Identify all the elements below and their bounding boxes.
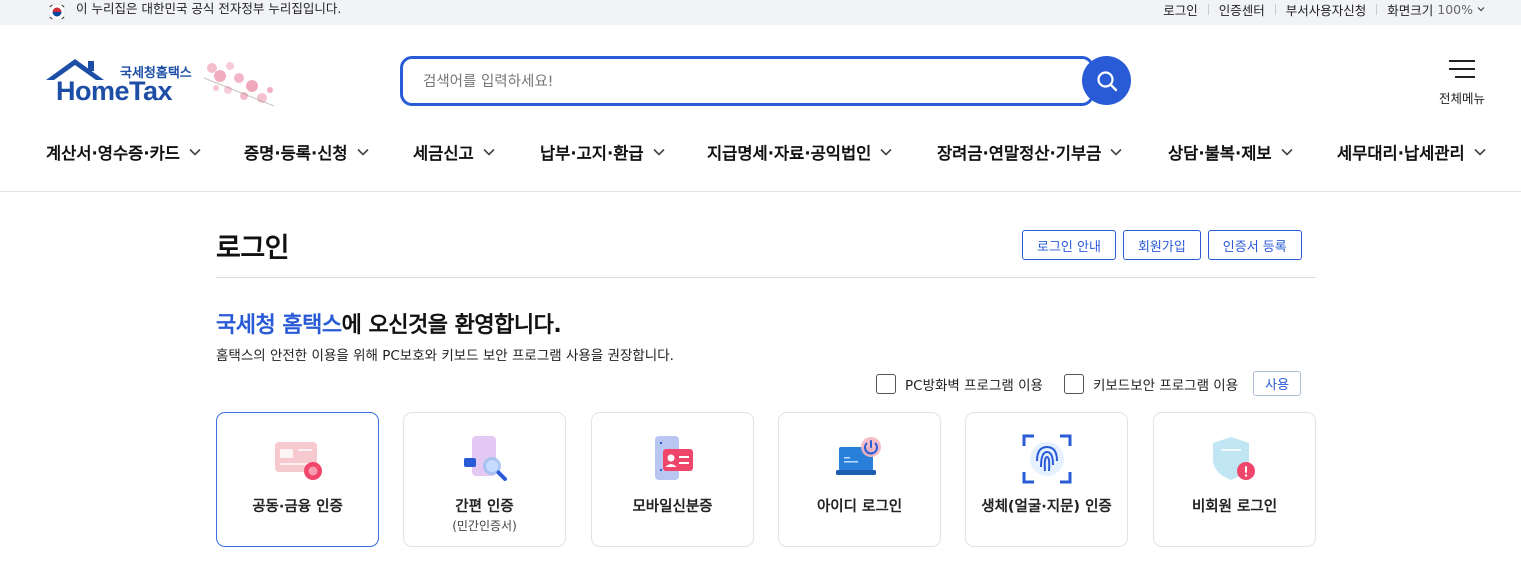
chevron-down-icon <box>1474 148 1486 156</box>
chevron-down-icon <box>357 148 369 156</box>
gov-notice-bar: 이 누리집은 대한민국 공식 전자정부 누리집입니다. 로그인 인증센터 부서사… <box>0 0 1521 25</box>
use-security-button[interactable]: 사용 <box>1253 371 1302 396</box>
nav-item-label: 지급명세·자료·공익법인 <box>707 144 872 163</box>
nav-item-label: 계산서·영수증·카드 <box>46 144 180 163</box>
chevron-down-icon <box>483 148 495 156</box>
hamburger-icon <box>1449 60 1475 78</box>
nav-item-consulting[interactable]: 상담·불복·제보 <box>1168 140 1293 164</box>
login-card-label: 간편 인증 <box>455 499 514 515</box>
korea-flag-icon <box>48 3 66 21</box>
laptop-power-icon <box>836 437 881 475</box>
login-card-label: 생체(얼굴·지문) 인증 <box>981 499 1112 515</box>
search-input[interactable] <box>423 70 1063 94</box>
login-card-joint-cert[interactable]: 공동·금융 인증 <box>216 412 379 547</box>
nav-item-invoice[interactable]: 계산서·영수증·카드 <box>46 140 201 164</box>
welcome-heading: 국세청 홈택스에 오신것을 환영합니다. <box>216 307 562 339</box>
login-help-buttons: 로그인 안내 회원가입 인증서 등록 <box>1022 230 1302 260</box>
fingerprint-icon <box>1022 434 1072 484</box>
search-icon <box>1096 70 1117 91</box>
login-card-simple-cert[interactable]: 간편 인증 (민간인증서) <box>403 412 566 547</box>
chevron-down-icon <box>1110 148 1122 156</box>
nav-item-label: 세금신고 <box>413 144 474 163</box>
nav-item-label: 납부·고지·환급 <box>540 144 644 163</box>
login-card-sublabel: (민간인증서) <box>452 519 517 533</box>
zoom-label: 화면크기 <box>1387 2 1434 18</box>
welcome-highlight: 국세청 홈택스 <box>216 313 342 338</box>
firewall-checkbox[interactable] <box>876 373 896 394</box>
keyboard-security-label: 키보드보안 프로그램 이용 <box>1092 377 1239 394</box>
login-guide-button[interactable]: 로그인 안내 <box>1022 230 1116 260</box>
hometax-logo[interactable]: 국세청홈택스 HomeTax <box>44 56 284 114</box>
security-options: PC방화벽 프로그램 이용 키보드보안 프로그램 이용 사용 <box>876 371 1302 396</box>
zoom-select[interactable]: 100% <box>1437 2 1477 17</box>
title-divider <box>216 277 1316 278</box>
chevron-down-icon <box>880 148 892 156</box>
nav-item-certificates[interactable]: 증명·등록·신청 <box>244 140 369 164</box>
all-menu-button[interactable]: 전체메뉴 <box>1430 56 1494 108</box>
signup-button[interactable]: 회원가입 <box>1122 230 1201 260</box>
register-cert-button[interactable]: 인증서 등록 <box>1207 230 1302 260</box>
utility-links: 로그인 인증센터 부서사용자신청 화면크기 100% <box>1153 0 1485 18</box>
keyboard-security-checkbox[interactable] <box>1063 373 1084 394</box>
util-link-cert-center[interactable]: 인증센터 <box>1209 0 1275 19</box>
login-card-label: 공동·금융 인증 <box>252 499 343 515</box>
nav-divider <box>0 191 1521 192</box>
login-card-biometric[interactable]: 생체(얼굴·지문) 인증 <box>965 412 1128 547</box>
login-method-cards: 공동·금융 인증 간편 인증 (민간인증서) 모바일신분증 아이디 로그인 생체… <box>216 412 1316 547</box>
page-title: 로그인 <box>216 233 290 264</box>
util-link-login[interactable]: 로그인 <box>1153 0 1208 19</box>
login-card-label: 아이디 로그인 <box>816 499 903 515</box>
login-card-guest[interactable]: 비회원 로그인 <box>1153 412 1316 547</box>
nav-item-label: 증명·등록·신청 <box>244 144 348 163</box>
nav-item-label: 세무대리·납세관리 <box>1337 144 1465 163</box>
login-card-label: 비회원 로그인 <box>1191 499 1278 515</box>
main-nav: 계산서·영수증·카드 증명·등록·신청 세금신고 납부·고지·환급 지급명세·자… <box>0 128 1521 172</box>
nav-item-incentives[interactable]: 장려금·연말정산·기부금 <box>937 140 1122 164</box>
nav-item-tax-agent[interactable]: 세무대리·납세관리 <box>1337 140 1486 164</box>
util-link-dept-user[interactable]: 부서사용자신청 <box>1276 0 1377 19</box>
mobile-id-icon <box>655 436 693 480</box>
login-card-mobile-id[interactable]: 모바일신분증 <box>591 412 754 547</box>
nav-item-label: 상담·불복·제보 <box>1168 144 1272 163</box>
nav-item-statements[interactable]: 지급명세·자료·공익법인 <box>707 140 892 164</box>
nav-item-label: 장려금·연말정산·기부금 <box>937 144 1102 163</box>
certificate-card-icon <box>275 442 322 480</box>
firewall-option[interactable]: PC방화벽 프로그램 이용 <box>876 373 1043 394</box>
chevron-down-icon <box>653 148 665 156</box>
chevron-down-icon[interactable] <box>1477 5 1485 13</box>
login-card-label: 모바일신분증 <box>632 499 713 515</box>
all-menu-label: 전체메뉴 <box>1438 91 1485 106</box>
firewall-label: PC방화벽 프로그램 이용 <box>905 377 1043 394</box>
gov-notice-text: 이 누리집은 대한민국 공식 전자정부 누리집입니다. <box>76 1 342 16</box>
welcome-rest: 에 오신것을 환영합니다. <box>341 313 562 338</box>
shield-lock-icon <box>1213 437 1255 480</box>
keyboard-security-option[interactable]: 키보드보안 프로그램 이용 <box>1063 373 1239 394</box>
chevron-down-icon <box>189 148 201 156</box>
phone-search-icon <box>464 436 507 481</box>
nav-item-tax-filing[interactable]: 세금신고 <box>413 140 495 164</box>
search-button[interactable] <box>1082 56 1131 105</box>
nav-item-payment[interactable]: 납부·고지·환급 <box>540 140 665 164</box>
logo-main-text: HomeTax <box>56 76 173 106</box>
login-card-id-login[interactable]: 아이디 로그인 <box>778 412 941 547</box>
security-recommendation: 홈택스의 안전한 이용을 위해 PC보호와 키보드 보안 프로그램 사용을 권장… <box>216 348 674 364</box>
chevron-down-icon <box>1281 148 1293 156</box>
search-box <box>400 56 1094 106</box>
